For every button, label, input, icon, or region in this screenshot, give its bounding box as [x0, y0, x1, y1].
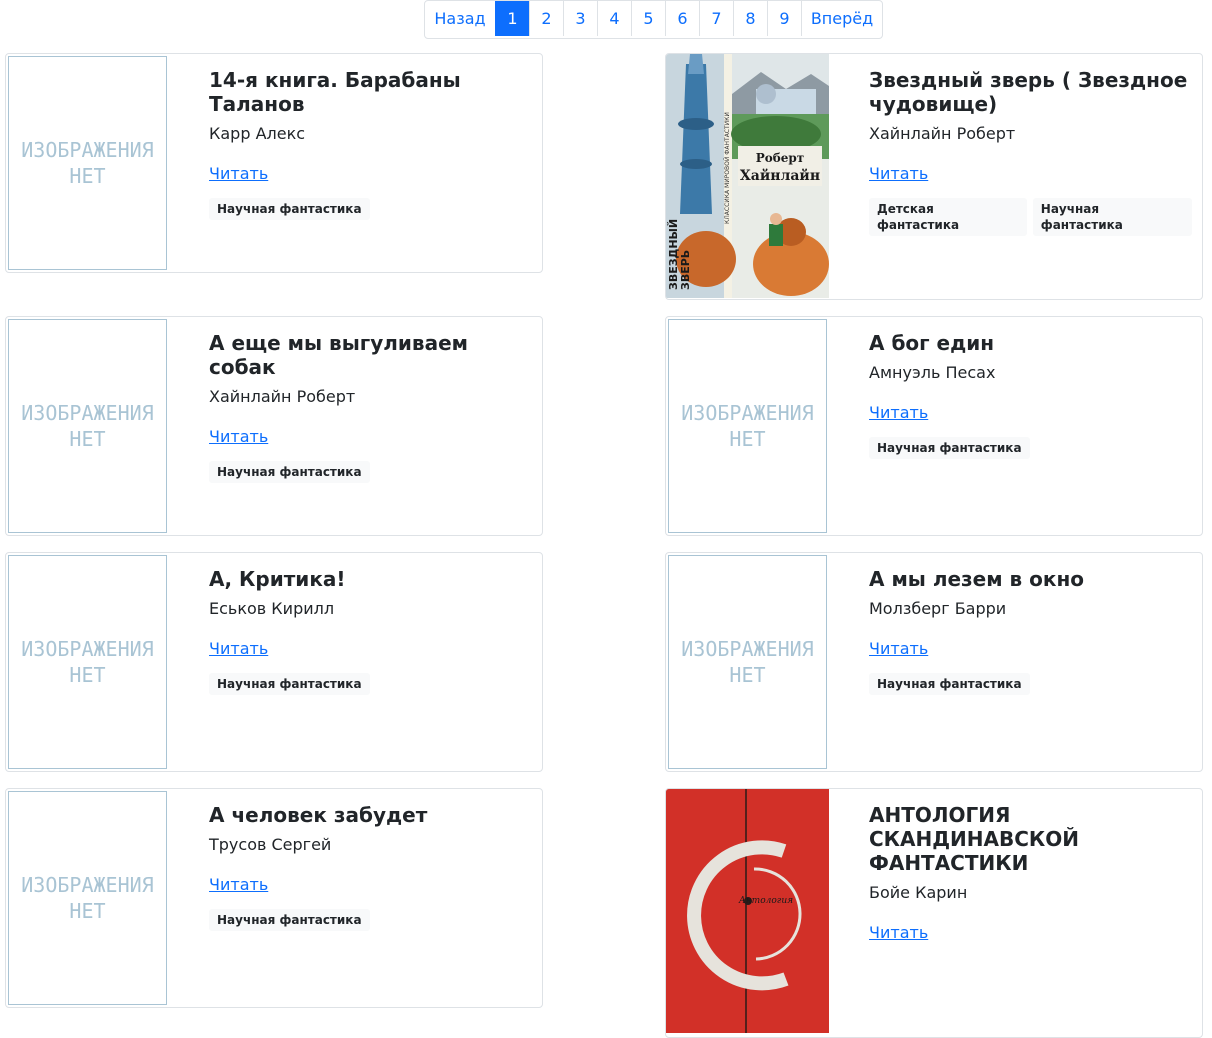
cover-title-text: Антология: [738, 896, 793, 906]
book-title[interactable]: А человек забудет: [209, 803, 532, 827]
genre-tag[interactable]: Научная фантастика: [209, 909, 370, 931]
book-author: Еськов Кирилл: [209, 599, 335, 618]
pagination-next[interactable]: Вперёд: [801, 1, 882, 36]
genre-tags: Научная фантастика: [869, 673, 1192, 695]
genre-tags: Детская фантастика Научная фантастика: [869, 198, 1192, 236]
cover-author-text: Роберт: [756, 151, 805, 165]
book-title[interactable]: А еще мы выгуливаем собак: [209, 331, 532, 379]
no-image-text: ИЗОБРАЖЕНИЯ НЕТ: [21, 637, 154, 687]
pagination-page-5[interactable]: 5: [631, 1, 665, 36]
read-link[interactable]: Читать: [209, 164, 268, 183]
book-card: Антология АНТОЛОГИЯ СКАНДИНАВСКОЙ ФАНТАС…: [665, 788, 1203, 1038]
pagination-page-8[interactable]: 8: [733, 1, 767, 36]
book-author: Молзберг Барри: [869, 599, 1007, 618]
book-cover-placeholder[interactable]: ИЗОБРАЖЕНИЯ НЕТ: [668, 319, 827, 533]
read-link[interactable]: Читать: [869, 403, 928, 422]
svg-text:Хайнлайн: Хайнлайн: [740, 167, 820, 184]
read-link[interactable]: Читать: [869, 639, 928, 658]
genre-tag[interactable]: Научная фантастика: [869, 437, 1030, 459]
read-link[interactable]: Читать: [209, 639, 268, 658]
svg-text:КЛАССИКА МИРОВОЙ ФАНТАСТИКИ: КЛАССИКА МИРОВОЙ ФАНТАСТИКИ: [724, 112, 731, 224]
book-cover-image[interactable]: Антология: [666, 789, 829, 1033]
book-cover-placeholder[interactable]: ИЗОБРАЖЕНИЯ НЕТ: [8, 555, 167, 769]
book-card: ИЗОБРАЖЕНИЯ НЕТ А еще мы выгуливаем собак…: [5, 316, 543, 536]
pagination-page-4[interactable]: 4: [597, 1, 631, 36]
genre-tags: Научная фантастика: [869, 437, 1192, 459]
book-title[interactable]: АНТОЛОГИЯ СКАНДИНАВСКОЙ ФАНТАСТИКИ: [869, 803, 1192, 875]
book-card: ИЗОБРАЖЕНИЯ НЕТ А, Критика! Еськов Кирилл…: [5, 552, 543, 772]
genre-tag[interactable]: Научная фантастика: [1032, 198, 1192, 236]
pagination-page-7[interactable]: 7: [699, 1, 733, 36]
book-cover-placeholder[interactable]: ИЗОБРАЖЕНИЯ НЕТ: [8, 56, 167, 270]
book-cover-image[interactable]: Роберт Хайнлайн ЗВЕЗДНЫЙ ЗВЕРЬ КЛАССИКА …: [666, 54, 829, 298]
book-card: ИЗОБРАЖЕНИЯ НЕТ А бог един Амнуэль Песах …: [665, 316, 1203, 536]
read-link[interactable]: Читать: [869, 923, 928, 942]
pagination-page-6[interactable]: 6: [665, 1, 699, 36]
read-link[interactable]: Читать: [209, 875, 268, 894]
book-cover-illustration: Антология: [666, 789, 829, 1033]
genre-tag[interactable]: Детская фантастика: [869, 198, 1027, 236]
genre-tag[interactable]: Научная фантастика: [209, 198, 370, 220]
book-cover-placeholder[interactable]: ИЗОБРАЖЕНИЯ НЕТ: [8, 319, 167, 533]
book-title[interactable]: А мы лезем в окно: [869, 567, 1192, 591]
pagination-page-3[interactable]: 3: [563, 1, 597, 36]
pagination: Назад 1 2 3 4 5 6 7 8 9 Вперёд: [424, 0, 883, 39]
book-card: ИЗОБРАЖЕНИЯ НЕТ 14-я книга. Барабаны Тала…: [5, 53, 543, 273]
pagination-page-2[interactable]: 2: [529, 1, 563, 36]
genre-tag[interactable]: Научная фантастика: [209, 673, 370, 695]
no-image-text: ИЗОБРАЖЕНИЯ НЕТ: [21, 873, 154, 923]
svg-text:ЗВЕРЬ: ЗВЕРЬ: [679, 250, 692, 290]
book-author: Бойе Карин: [869, 883, 968, 902]
no-image-text: ИЗОБРАЖЕНИЯ НЕТ: [21, 138, 154, 188]
read-link[interactable]: Читать: [869, 164, 928, 183]
no-image-text: ИЗОБРАЖЕНИЯ НЕТ: [21, 401, 154, 451]
book-title[interactable]: 14-я книга. Барабаны Таланов: [209, 68, 532, 116]
genre-tags: Научная фантастика: [209, 461, 532, 483]
book-cover-placeholder[interactable]: ИЗОБРАЖЕНИЯ НЕТ: [668, 555, 827, 769]
book-author: Карр Алекс: [209, 124, 306, 143]
book-author: Трусов Сергей: [209, 835, 332, 854]
book-cover-placeholder[interactable]: ИЗОБРАЖЕНИЯ НЕТ: [8, 791, 167, 1005]
book-cover-illustration: Роберт Хайнлайн ЗВЕЗДНЫЙ ЗВЕРЬ КЛАССИКА …: [666, 54, 829, 298]
no-image-text: ИЗОБРАЖЕНИЯ НЕТ: [681, 401, 814, 451]
genre-tag[interactable]: Научная фантастика: [209, 461, 370, 483]
pagination-page-9[interactable]: 9: [767, 1, 801, 36]
book-card: Роберт Хайнлайн ЗВЕЗДНЫЙ ЗВЕРЬ КЛАССИКА …: [665, 53, 1203, 300]
book-title[interactable]: А, Критика!: [209, 567, 532, 591]
genre-tag[interactable]: Научная фантастика: [869, 673, 1030, 695]
pagination-prev[interactable]: Назад: [425, 1, 495, 36]
no-image-text: ИЗОБРАЖЕНИЯ НЕТ: [681, 637, 814, 687]
book-author: Амнуэль Песах: [869, 363, 996, 382]
book-title[interactable]: Звездный зверь ( Звездное чудовище): [869, 68, 1192, 116]
book-author: Хайнлайн Роберт: [209, 387, 356, 406]
book-title[interactable]: А бог един: [869, 331, 1192, 355]
pagination-page-1[interactable]: 1: [495, 1, 529, 36]
read-link[interactable]: Читать: [209, 427, 268, 446]
book-author: Хайнлайн Роберт: [869, 124, 1016, 143]
book-card: ИЗОБРАЖЕНИЯ НЕТ А мы лезем в окно Молзбер…: [665, 552, 1203, 772]
genre-tags: Научная фантастика: [209, 673, 532, 695]
book-card: ИЗОБРАЖЕНИЯ НЕТ А человек забудет Трусов …: [5, 788, 543, 1008]
genre-tags: Научная фантастика: [209, 198, 532, 220]
genre-tags: Научная фантастика: [209, 909, 532, 931]
